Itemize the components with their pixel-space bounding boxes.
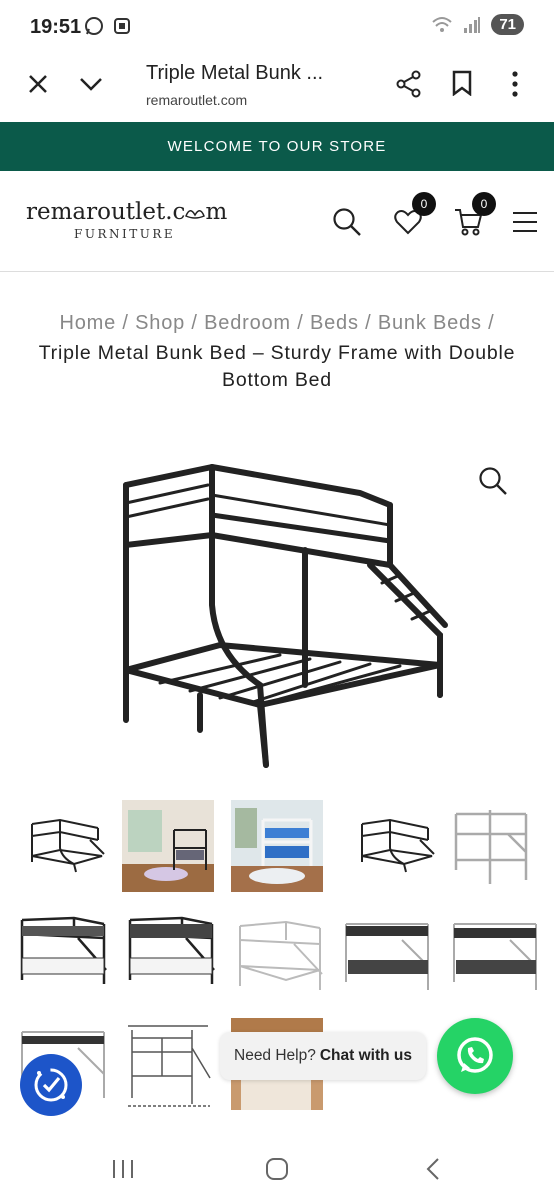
product-thumbnail[interactable] <box>450 910 542 1002</box>
site-header: remaroutlet.c m FURNITURE 0 0 <box>0 171 554 272</box>
product-thumbnail[interactable] <box>126 910 218 1002</box>
status-right: 71 <box>431 14 524 35</box>
product-thumbnail[interactable] <box>122 1018 214 1110</box>
breadcrumb-separator: / <box>297 312 304 334</box>
thumbnail-bunk-bed-black <box>361 818 435 873</box>
close-icon[interactable] <box>26 72 50 96</box>
thumbnail-bunk-bed-mattress <box>20 916 107 984</box>
accessibility-icon <box>34 1068 68 1102</box>
wishlist-count-badge: 0 <box>412 192 436 216</box>
back-icon[interactable] <box>424 1157 442 1181</box>
status-notification-icons <box>84 16 132 36</box>
product-thumbnail[interactable] <box>236 910 328 1002</box>
thumbnail-room-photo <box>122 800 214 892</box>
share-icon[interactable] <box>396 70 422 98</box>
zoom-icon[interactable] <box>478 466 508 496</box>
breadcrumb-beds[interactable]: Beds <box>310 312 359 334</box>
browser-page-title[interactable]: Triple Metal Bunk ... <box>146 62 323 85</box>
browser-toolbar: Triple Metal Bunk ... remaroutlet.com <box>0 56 554 122</box>
thumbnail-bunk-bed-white-mattress <box>345 923 429 990</box>
thumbnail-bunk-bed-diagram <box>128 1025 211 1107</box>
breadcrumb-bedroom[interactable]: Bedroom <box>204 312 291 334</box>
logo-leaf-icon <box>185 210 206 219</box>
breadcrumb-separator: / <box>122 312 129 334</box>
product-thumbnail[interactable] <box>350 800 442 892</box>
product-main-image[interactable] <box>100 455 454 775</box>
product-thumbnail[interactable] <box>231 800 323 892</box>
chat-help-link[interactable]: Chat with us <box>320 1047 412 1065</box>
browser-page-url[interactable]: remaroutlet.com <box>146 92 247 108</box>
breadcrumb-separator: / <box>488 312 495 334</box>
breadcrumb-separator: / <box>191 312 198 334</box>
logo-subtitle: FURNITURE <box>74 227 176 241</box>
thumbnail-bunk-bed-mattress <box>128 916 215 984</box>
more-icon[interactable] <box>510 70 520 98</box>
product-thumbnail[interactable] <box>20 800 112 892</box>
wifi-icon <box>432 16 452 32</box>
screenshot-notification-icon <box>114 18 130 34</box>
recent-apps-icon[interactable] <box>110 1158 136 1180</box>
whatsapp-icon <box>457 1037 493 1073</box>
logo-text: remaroutlet.c <box>26 199 186 225</box>
status-bar: 19:51 71 <box>0 0 554 56</box>
menu-icon[interactable] <box>512 211 538 233</box>
thumbnail-bunk-bed-black <box>31 818 105 873</box>
product-title: Triple Metal Bunk Bed – Sturdy Frame wit… <box>38 342 516 391</box>
thumbnail-bunk-bed-white <box>239 920 323 990</box>
whatsapp-notification-icon <box>85 17 103 35</box>
chat-help-prefix: Need Help? <box>234 1047 316 1064</box>
logo-text-end: m <box>205 199 228 225</box>
breadcrumb-separator: / <box>365 312 372 334</box>
signal-icon <box>464 16 481 33</box>
product-thumbnail[interactable] <box>122 800 214 892</box>
breadcrumb: Home / Shop / Bedroom / Beds / Bunk Beds… <box>0 312 554 335</box>
product-thumbnail[interactable] <box>18 910 110 1002</box>
breadcrumb-home[interactable]: Home <box>59 312 116 334</box>
status-time: 19:51 <box>30 16 82 38</box>
thumbnail-bunk-bed-white <box>454 810 528 884</box>
home-icon[interactable] <box>265 1157 289 1181</box>
chat-help-bubble[interactable]: Need Help? Chat with us <box>220 1032 426 1080</box>
search-icon[interactable] <box>332 207 362 237</box>
breadcrumb-bunk-beds[interactable]: Bunk Beds <box>378 312 482 334</box>
welcome-banner: WELCOME TO OUR STORE <box>0 122 554 171</box>
thumbnail-room-photo <box>231 800 323 892</box>
bookmark-icon[interactable] <box>452 70 472 96</box>
breadcrumb-shop[interactable]: Shop <box>135 312 185 334</box>
thumbnail-bunk-bed-white-mattress <box>453 923 537 990</box>
product-thumbnail[interactable] <box>342 910 434 1002</box>
product-thumbnail[interactable] <box>450 800 542 892</box>
site-logo[interactable]: remaroutlet.c m <box>26 199 227 225</box>
system-navigation-bar <box>0 1140 554 1200</box>
whatsapp-button[interactable] <box>437 1018 513 1094</box>
battery-indicator: 71 <box>491 14 524 35</box>
chevron-down-icon[interactable] <box>78 74 104 94</box>
accessibility-button[interactable] <box>20 1054 82 1116</box>
cart-count-badge: 0 <box>472 192 496 216</box>
